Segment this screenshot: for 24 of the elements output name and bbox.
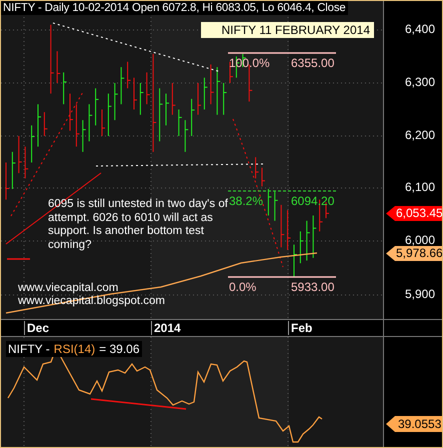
indicator-symbol: NIFTY - xyxy=(8,342,50,356)
indicator-value: = 39.06 xyxy=(99,342,140,356)
fib-percent: 38.2% xyxy=(229,194,264,208)
price-axis-label: 6,400 xyxy=(404,22,435,36)
price-axis-label: 6,200 xyxy=(404,128,435,142)
indicator-name: RSI(14) xyxy=(54,342,96,356)
fib-percent: 0.0% xyxy=(229,280,256,294)
price-axis-label: 6,300 xyxy=(404,75,435,89)
website-link[interactable]: www.viecapital.com xyxy=(18,282,118,294)
rsi-value-tag: 39.0553 xyxy=(386,416,442,432)
time-axis-label: Dec xyxy=(24,321,50,335)
price-tag: 6,053.45 xyxy=(386,206,442,221)
price-axis-label: 5,900 xyxy=(404,287,435,301)
fib-price: 6094.20 xyxy=(291,194,334,208)
date-label: NIFTY 11 FEBRUARY 2014 xyxy=(201,22,374,38)
price-axis-label: 6,000 xyxy=(404,233,435,247)
fib-price: 5933.00 xyxy=(291,280,334,294)
fib-price: 6355.00 xyxy=(291,56,334,70)
time-axis-label: Feb xyxy=(288,321,312,335)
price-tag: 5,978.66 xyxy=(386,246,442,261)
support-line xyxy=(7,258,30,260)
price-axis-label: 6,100 xyxy=(404,180,435,194)
chart-header: NIFTY - Daily 10-02-2014 Open 6072.8, Hi 6083.05, Lo 6046.4, Close xyxy=(1,1,348,15)
time-axis-label: 2014 xyxy=(151,321,181,335)
